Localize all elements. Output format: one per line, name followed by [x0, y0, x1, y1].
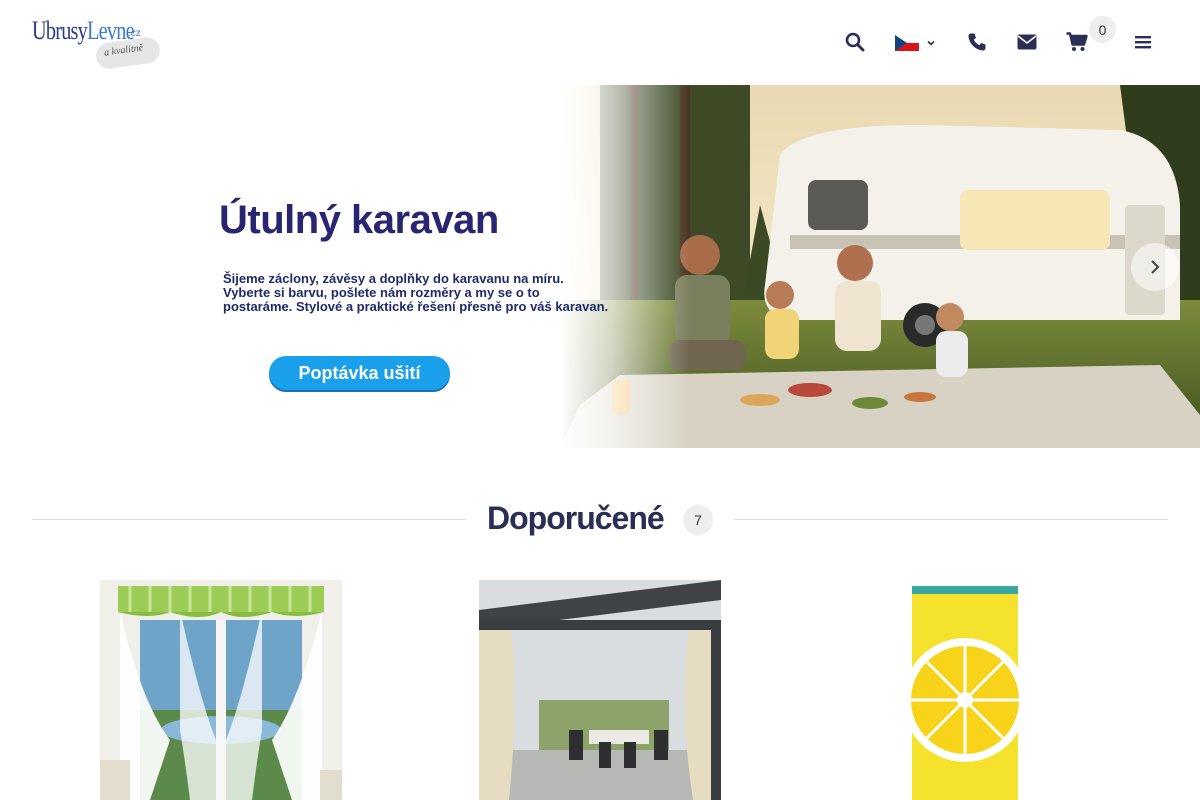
menu-button[interactable] — [1131, 30, 1155, 54]
chevron-right-icon — [1151, 260, 1160, 274]
product-card[interactable] — [858, 580, 1100, 800]
site-header: UbrusyLevne .cz a kvalitně 0 — [0, 0, 1200, 85]
cart-count-badge: 0 — [1089, 16, 1116, 43]
hero-title: Útulný karavan — [219, 198, 499, 242]
site-logo[interactable]: UbrusyLevne .cz a kvalitně — [32, 14, 162, 71]
hero-text-line: Vyberte si barvu, pošlete nám rozměry a … — [223, 285, 540, 300]
hero-text-line: postaráme. Stylové a praktické řešení př… — [223, 299, 609, 314]
hero-banner: Útulný karavan Šijeme záclony, závěsy a … — [0, 85, 1200, 448]
product-image-pergola-curtains — [479, 580, 721, 800]
slider-next-button[interactable] — [1131, 243, 1179, 291]
hero-text-line: Šijeme záclony, závěsy a doplňky do kara… — [223, 271, 564, 286]
product-card[interactable] — [479, 580, 721, 800]
language-selector[interactable] — [894, 31, 938, 55]
product-image-window-curtain — [100, 580, 342, 800]
hero-description: Šijeme záclony, závěsy a doplňky do kara… — [223, 272, 643, 314]
section-count-badge: 7 — [683, 505, 713, 535]
section-divider — [32, 519, 466, 520]
cart-button[interactable] — [1065, 30, 1089, 54]
product-card[interactable] — [100, 580, 342, 800]
cart-icon — [1066, 32, 1088, 51]
email-button[interactable] — [1015, 30, 1039, 54]
search-icon — [845, 32, 865, 52]
chevron-down-icon — [927, 40, 935, 46]
search-button[interactable] — [843, 30, 867, 54]
hero-fade-overlay — [560, 85, 690, 448]
logo-tld: .cz — [128, 28, 141, 39]
phone-button[interactable] — [965, 30, 989, 54]
hamburger-menu-icon — [1135, 36, 1151, 49]
czech-flag-icon — [895, 35, 919, 51]
inquiry-button[interactable]: Poptávka ušití — [269, 356, 450, 390]
section-divider — [734, 519, 1168, 520]
logo-wordmark: UbrusyLevne — [32, 16, 135, 46]
envelope-icon — [1017, 34, 1037, 50]
logo-word-ubrusy: Ubrusy — [32, 16, 88, 45]
section-title: Doporučené — [487, 500, 665, 536]
product-image-lemon-towel — [858, 580, 1100, 800]
logo-word-levne: Levne — [87, 16, 135, 45]
phone-icon — [968, 33, 986, 51]
